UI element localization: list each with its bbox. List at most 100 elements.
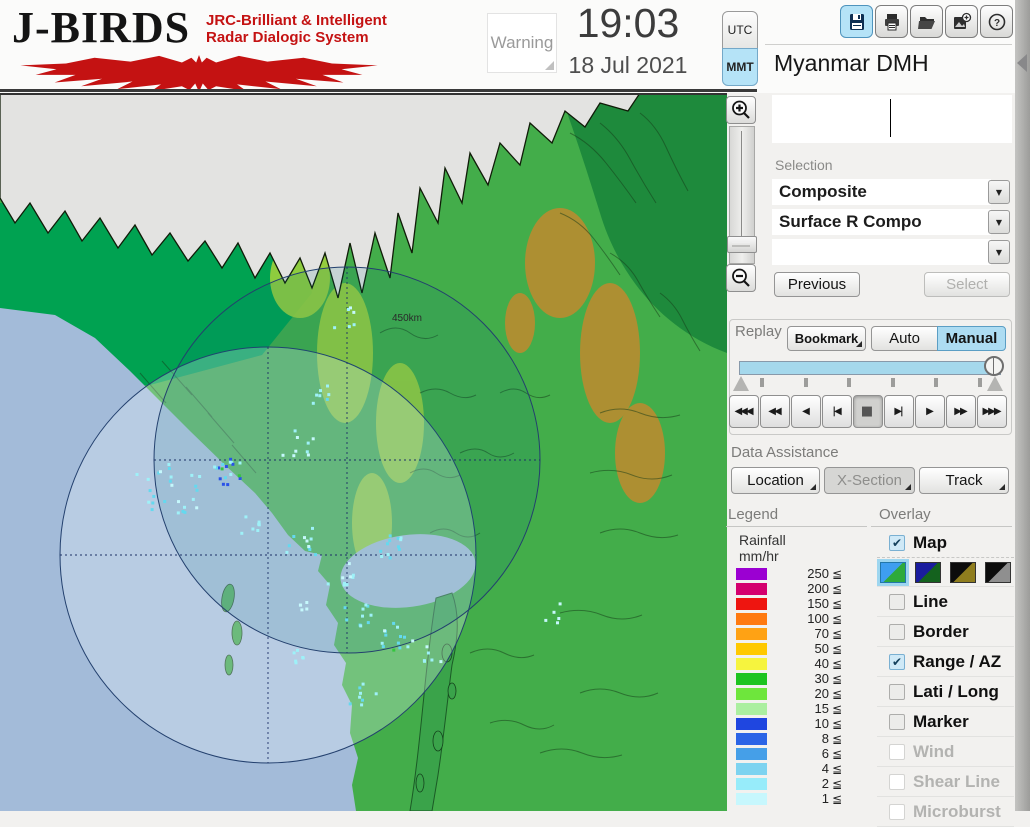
- legend-comparator: ≦: [831, 761, 842, 776]
- bookmark-button[interactable]: Bookmark: [787, 326, 866, 351]
- overlay-item-wind[interactable]: Wind: [877, 737, 1014, 767]
- legend-row: 250 ≦: [736, 566, 842, 581]
- range-label: 450km: [392, 313, 422, 324]
- legend-value: 70: [814, 626, 829, 641]
- dropdown-product-arrow[interactable]: ▼: [988, 210, 1010, 234]
- slider-start-marker-icon[interactable]: [733, 376, 749, 391]
- open-folder-button[interactable]: [910, 5, 943, 38]
- legend-value: 50: [814, 641, 829, 656]
- checkbox-icon[interactable]: [889, 743, 905, 760]
- logo-tagline: JRC-Brilliant & Intelligent Radar Dialog…: [206, 12, 387, 46]
- select-button[interactable]: Select: [924, 272, 1010, 297]
- legend-comparator: ≦: [831, 626, 842, 641]
- track-button[interactable]: Track: [919, 467, 1009, 494]
- replay-slider-thumb[interactable]: [984, 356, 1004, 376]
- stop-button[interactable]: ■: [853, 395, 883, 428]
- site-detail-box[interactable]: [772, 95, 1012, 143]
- auto-mode-button[interactable]: Auto: [871, 326, 938, 351]
- map-style-blue-green[interactable]: [880, 561, 906, 583]
- legend-color-swatch: [736, 762, 767, 775]
- dropdown-option-arrow[interactable]: ▼: [988, 240, 1010, 264]
- rewind-button[interactable]: ◀◀: [760, 395, 790, 428]
- overlay-item-map[interactable]: ✔ Map: [877, 528, 1014, 558]
- logo-title: J-BIRDS: [12, 3, 191, 52]
- overlay-item-border[interactable]: Border: [877, 617, 1014, 647]
- checkbox-icon[interactable]: ✔: [889, 653, 905, 670]
- map-style-navy-darkgreen[interactable]: [915, 561, 941, 583]
- forward-fast-button[interactable]: ▶▶▶: [977, 395, 1007, 428]
- overlay-item-shear-line[interactable]: Shear Line: [877, 767, 1014, 797]
- bookmark-label: Bookmark: [794, 331, 859, 346]
- play-reverse-button[interactable]: ◀: [791, 395, 821, 428]
- xsection-button[interactable]: X-Section: [824, 467, 915, 494]
- overlay-item-microburst[interactable]: Microburst: [877, 797, 1014, 827]
- timezone-utc-button[interactable]: UTC: [722, 11, 758, 49]
- eagle-logo-icon: [20, 54, 378, 92]
- legend-value: 4: [821, 761, 829, 776]
- print-button[interactable]: [875, 5, 908, 38]
- forward-button[interactable]: ▶▶: [946, 395, 976, 428]
- tick-mark: [934, 378, 939, 387]
- overlay-item-range-az[interactable]: ✔ Range / AZ: [877, 647, 1014, 677]
- zoom-slider-thumb[interactable]: [727, 236, 757, 253]
- checkbox-icon[interactable]: [889, 713, 905, 730]
- checkbox-icon[interactable]: [889, 803, 905, 820]
- legend-comparator: ≦: [831, 716, 842, 731]
- map-style-black-olive[interactable]: [950, 561, 976, 583]
- save-button[interactable]: [840, 5, 873, 38]
- legend-row: 40 ≦: [736, 656, 842, 671]
- overlay-label: Map: [913, 532, 947, 552]
- dropdown-product[interactable]: Surface R Compo: [772, 209, 991, 235]
- help-button[interactable]: ?: [980, 5, 1013, 38]
- checkbox-icon[interactable]: [889, 773, 905, 790]
- add-image-button[interactable]: [945, 5, 978, 38]
- legend-row: 8 ≦: [736, 731, 842, 746]
- overlay-item-line[interactable]: Line: [877, 587, 1014, 617]
- map-zoom-control: [726, 96, 757, 296]
- legend-row: 1 ≦: [736, 791, 842, 806]
- legend-value: 20: [814, 686, 829, 701]
- panel-edge-strip[interactable]: [1015, 0, 1030, 811]
- legend-row: 20 ≦: [736, 686, 842, 701]
- checkbox-icon[interactable]: [889, 593, 905, 610]
- track-label: Track: [945, 472, 983, 489]
- overlay-label: Range / AZ: [913, 651, 1002, 671]
- dropdown-product-group[interactable]: Composite: [772, 179, 991, 205]
- rewind-fast-button[interactable]: ◀◀◀: [729, 395, 759, 428]
- zoom-out-button[interactable]: [726, 264, 756, 292]
- overlay-item-marker[interactable]: Marker: [877, 707, 1014, 737]
- menu-corner-icon: [999, 484, 1005, 490]
- timezone-mmt-button[interactable]: MMT: [722, 48, 758, 86]
- legend-value: 200: [807, 581, 829, 596]
- legend-comparator: ≦: [831, 596, 842, 611]
- step-forward-button[interactable]: ▶|: [884, 395, 914, 428]
- step-back-button[interactable]: |◀: [822, 395, 852, 428]
- collapse-panel-icon[interactable]: [1017, 54, 1027, 72]
- data-assistance-section-label: Data Assistance: [731, 444, 839, 461]
- zoom-in-button[interactable]: [726, 96, 756, 124]
- logo-tagline-line1: JRC-Brilliant & Intelligent: [206, 12, 387, 29]
- topbar-divider: [0, 89, 757, 92]
- replay-slider-track[interactable]: [739, 361, 1001, 375]
- checkbox-icon[interactable]: ✔: [889, 534, 905, 551]
- previous-button[interactable]: Previous: [774, 272, 860, 297]
- overlay-item-lati-long[interactable]: Lati / Long: [877, 677, 1014, 707]
- slider-end-marker-icon[interactable]: [987, 376, 1003, 391]
- legend-divider: [726, 526, 867, 527]
- legend-value: 150: [807, 596, 829, 611]
- overlay-section-label: Overlay: [879, 506, 931, 523]
- checkbox-icon[interactable]: [889, 683, 905, 700]
- legend-color-swatch: [736, 642, 767, 655]
- legend-comparator: ≦: [831, 791, 842, 806]
- map-style-black-gray[interactable]: [985, 561, 1011, 583]
- dropdown-option[interactable]: [772, 239, 991, 265]
- checkbox-icon[interactable]: [889, 623, 905, 640]
- radar-map[interactable]: 450km: [0, 93, 727, 811]
- tick-mark: [803, 378, 808, 387]
- dropdown-product-group-arrow[interactable]: ▼: [988, 180, 1010, 204]
- menu-corner-icon: [905, 484, 911, 490]
- play-button[interactable]: ▶: [915, 395, 945, 428]
- legend-row: 10 ≦: [736, 716, 842, 731]
- location-button[interactable]: Location: [731, 467, 820, 494]
- manual-mode-button[interactable]: Manual: [937, 326, 1006, 351]
